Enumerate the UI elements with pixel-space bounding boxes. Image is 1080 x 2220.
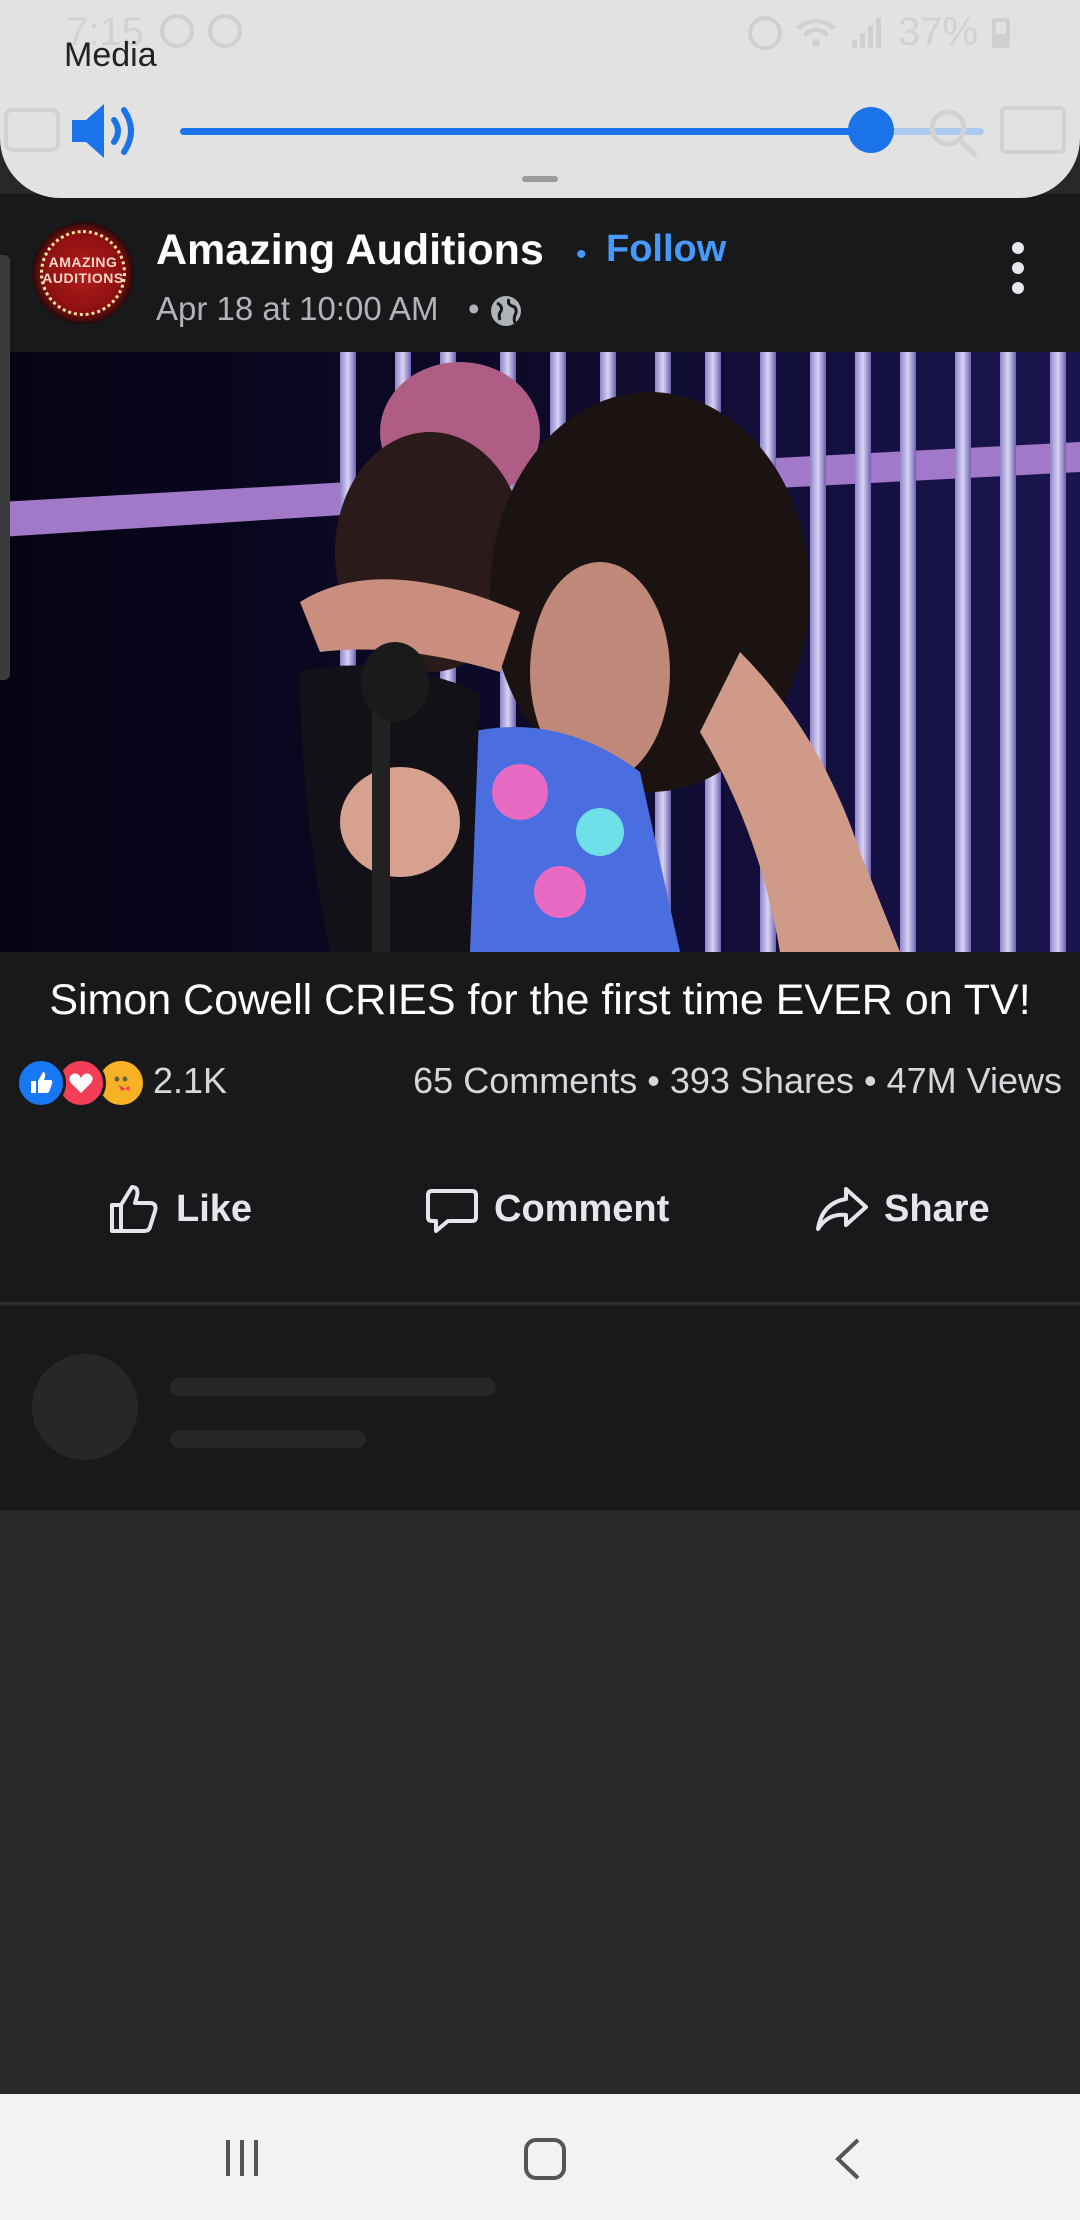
back-icon[interactable] <box>830 2136 866 2182</box>
status-icons-right: 37% <box>747 10 1010 55</box>
panel-expand-handle[interactable] <box>522 176 558 182</box>
edge-panel-handle[interactable] <box>0 255 10 680</box>
share-button[interactable]: Share <box>814 1154 990 1264</box>
status-bar: 7:15 37% <box>0 0 1080 62</box>
volume-slider-fill <box>180 128 872 135</box>
card-divider <box>0 1302 1080 1304</box>
video-player[interactable] <box>0 352 1080 952</box>
avatar[interactable]: AMAZING AUDITIONS <box>32 222 134 324</box>
loading-placeholder-card <box>0 1306 1080 1510</box>
battery-icon <box>992 17 1010 48</box>
media-output-icon[interactable] <box>4 108 60 152</box>
notification-icon <box>160 14 194 48</box>
media-label: Media <box>64 36 157 74</box>
navigation-bar <box>0 2094 1080 2220</box>
search-icon[interactable] <box>922 102 982 162</box>
home-icon[interactable] <box>524 2138 566 2180</box>
action-row: Like Comment Share <box>0 1154 1080 1264</box>
thumbs-up-icon <box>110 1185 158 1233</box>
reaction-count[interactable]: 2.1K <box>153 1060 227 1102</box>
video-frame <box>0 352 1080 952</box>
post-stats[interactable]: 65 Comments • 393 Shares • 47M Views <box>413 1060 1062 1102</box>
like-reaction-icon <box>16 1058 66 1108</box>
page-name[interactable]: Amazing Auditions <box>156 226 544 275</box>
placeholder-line <box>170 1430 366 1448</box>
like-button[interactable]: Like <box>106 1154 252 1264</box>
stage-pipe <box>1050 352 1066 952</box>
wifi-icon <box>796 18 836 47</box>
comment-label: Comment <box>494 1187 670 1230</box>
avatar-logo-text: AMAZING AUDITIONS <box>42 254 124 286</box>
volume-slider-thumb[interactable] <box>848 107 895 153</box>
placeholder-line <box>170 1378 496 1396</box>
chrome-icon <box>208 14 242 48</box>
recents-icon[interactable] <box>222 2138 262 2178</box>
post-timestamp[interactable]: Apr 18 at 10:00 AM <box>156 290 439 328</box>
stage-pipe <box>955 352 971 952</box>
follow-button[interactable]: Follow <box>606 228 726 271</box>
signal-icon <box>851 17 881 48</box>
like-label: Like <box>176 1187 253 1230</box>
alarm-icon <box>747 15 782 50</box>
stage-pipe <box>1000 352 1016 952</box>
placeholder-avatar <box>32 1354 138 1460</box>
status-icons-left <box>160 14 242 48</box>
stage-pipe <box>900 352 916 952</box>
timestamp-separator: • <box>468 290 480 327</box>
globe-icon <box>491 296 521 326</box>
share-icon <box>816 1187 868 1231</box>
cast-icon[interactable] <box>1000 106 1066 154</box>
more-options-icon[interactable] <box>1000 238 1036 298</box>
battery-percent: 37% <box>897 10 978 54</box>
reaction-icons[interactable] <box>16 1058 146 1108</box>
post-card: AMAZING AUDITIONS Amazing Auditions • Fo… <box>0 194 1080 1304</box>
comment-icon <box>426 1189 478 1233</box>
volume-panel: 7:15 37% Media <box>0 0 1080 198</box>
share-label: Share <box>884 1187 990 1230</box>
comment-button[interactable]: Comment <box>424 1154 669 1264</box>
follow-separator: • <box>576 238 587 271</box>
post-caption: Simon Cowell CRIES for the first time EV… <box>49 976 1031 1024</box>
speaker-icon[interactable] <box>68 98 142 164</box>
